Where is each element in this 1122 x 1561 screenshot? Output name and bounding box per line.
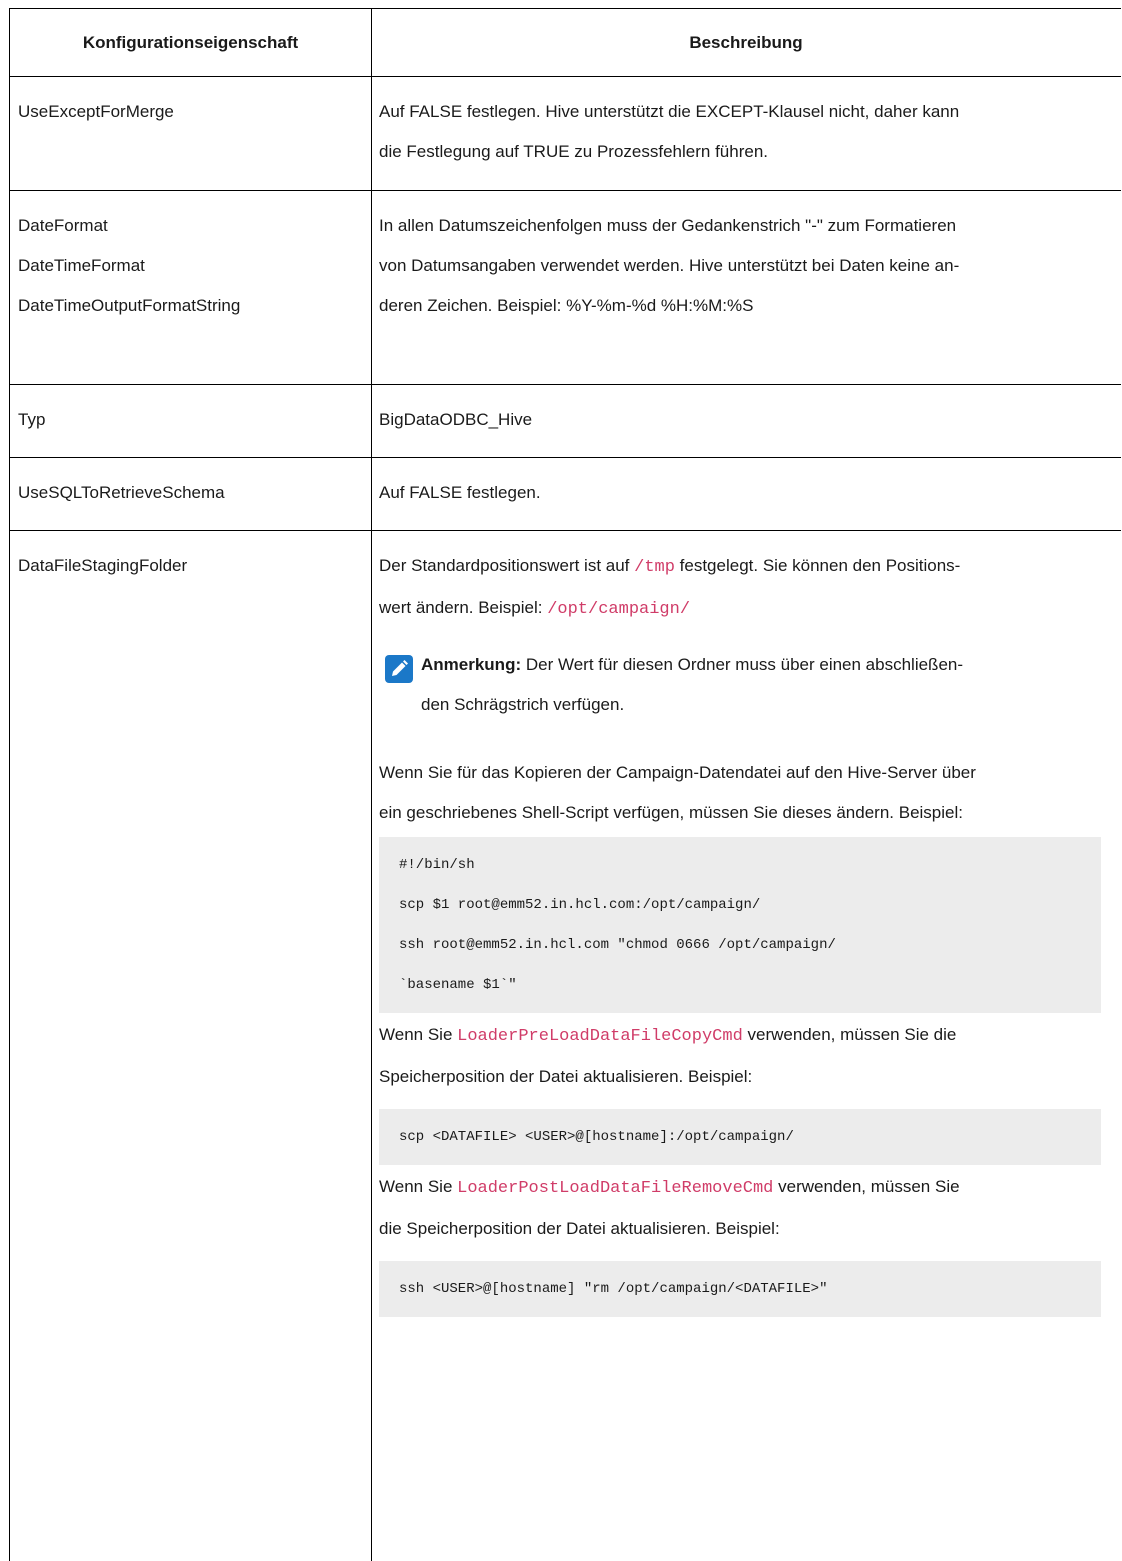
description-line: Der Standardpositionswert ist auf /tmp f… [379,556,961,577]
property-name: DataFileStagingFolder [18,556,188,575]
note-text: Der Wert für diesen Ordner muss über ein… [521,655,964,674]
code-block: ssh <USER>@[hostname] "rm /opt/campaign/… [379,1261,1101,1317]
description-line: Auf FALSE festlegen. Hive unterstützt di… [379,102,960,121]
config-table: Konfigurationseigenschaft Beschreibung U… [9,8,1121,1561]
description-line: Wenn Sie LoaderPostLoadDataFileRemoveCmd… [379,1177,960,1198]
code-block: #!/bin/sh scp $1 root@emm52.in.hcl.com:/o… [379,837,1101,1013]
property-name: DateTimeFormat [18,256,145,275]
description-line: Wenn Sie für das Kopieren der Campaign-D… [379,763,976,782]
description-line: In allen Datumszeichenfolgen muss der Ge… [379,216,957,235]
description-line: Wenn Sie LoaderPreLoadDataFileCopyCmd ve… [379,1025,957,1046]
description-line: Speicherposition der Datei aktualisieren… [379,1067,753,1086]
property-name: DateTimeOutputFormatString [18,296,241,315]
description-line: Auf FALSE festlegen. [379,483,541,502]
property-name: UseExceptForMerge [18,102,174,121]
inline-code: LoaderPreLoadDataFileCopyCmd [457,1027,743,1046]
inline-code: /tmp [634,558,675,577]
description-line: wert ändern. Beispiel: /opt/campaign/ [379,598,691,619]
description-line: BigDataODBC_Hive [379,410,533,429]
header-description: Beschreibung [689,33,803,52]
note-box: Anmerkung: Der Wert für diesen Ordner mu… [379,640,1120,725]
inline-code: /opt/campaign/ [547,600,691,619]
table-header-row: Konfigurationseigenschaft Beschreibung [9,8,1121,77]
inline-code: LoaderPostLoadDataFileRemoveCmd [457,1179,774,1198]
description-line: die Festlegung auf TRUE zu Prozessfehler… [379,142,769,161]
table-row: DataFileStagingFolder Der Standardpositi… [9,531,1121,1561]
property-name: DateFormat [18,216,108,235]
property-name: Typ [18,410,46,429]
description-line: die Speicherposition der Datei aktualisi… [379,1219,780,1238]
pencil-note-icon [385,655,413,683]
code-block: scp <DATAFILE> <USER>@[hostname]:/opt/ca… [379,1109,1101,1165]
note-text: den Schrägstrich verfügen. [421,695,625,714]
table-row: UseSQLToRetrieveSchema Auf FALSE festleg… [9,458,1121,531]
description-line: deren Zeichen. Beispiel: %Y-%m-%d %H:%M:… [379,296,754,315]
table-row: UseExceptForMerge Auf FALSE festlegen. H… [9,77,1121,191]
table-row: DateFormat DateTimeFormat DateTimeOutput… [9,191,1121,385]
note-label: Anmerkung: [421,655,522,674]
description-line: von Datumsangaben verwendet werden. Hive… [379,256,960,275]
property-name: UseSQLToRetrieveSchema [18,483,225,502]
table-row: Typ BigDataODBC_Hive [9,385,1121,458]
description-line: ein geschriebenes Shell-Script verfügen,… [379,803,963,822]
header-property: Konfigurationseigenschaft [9,9,372,76]
